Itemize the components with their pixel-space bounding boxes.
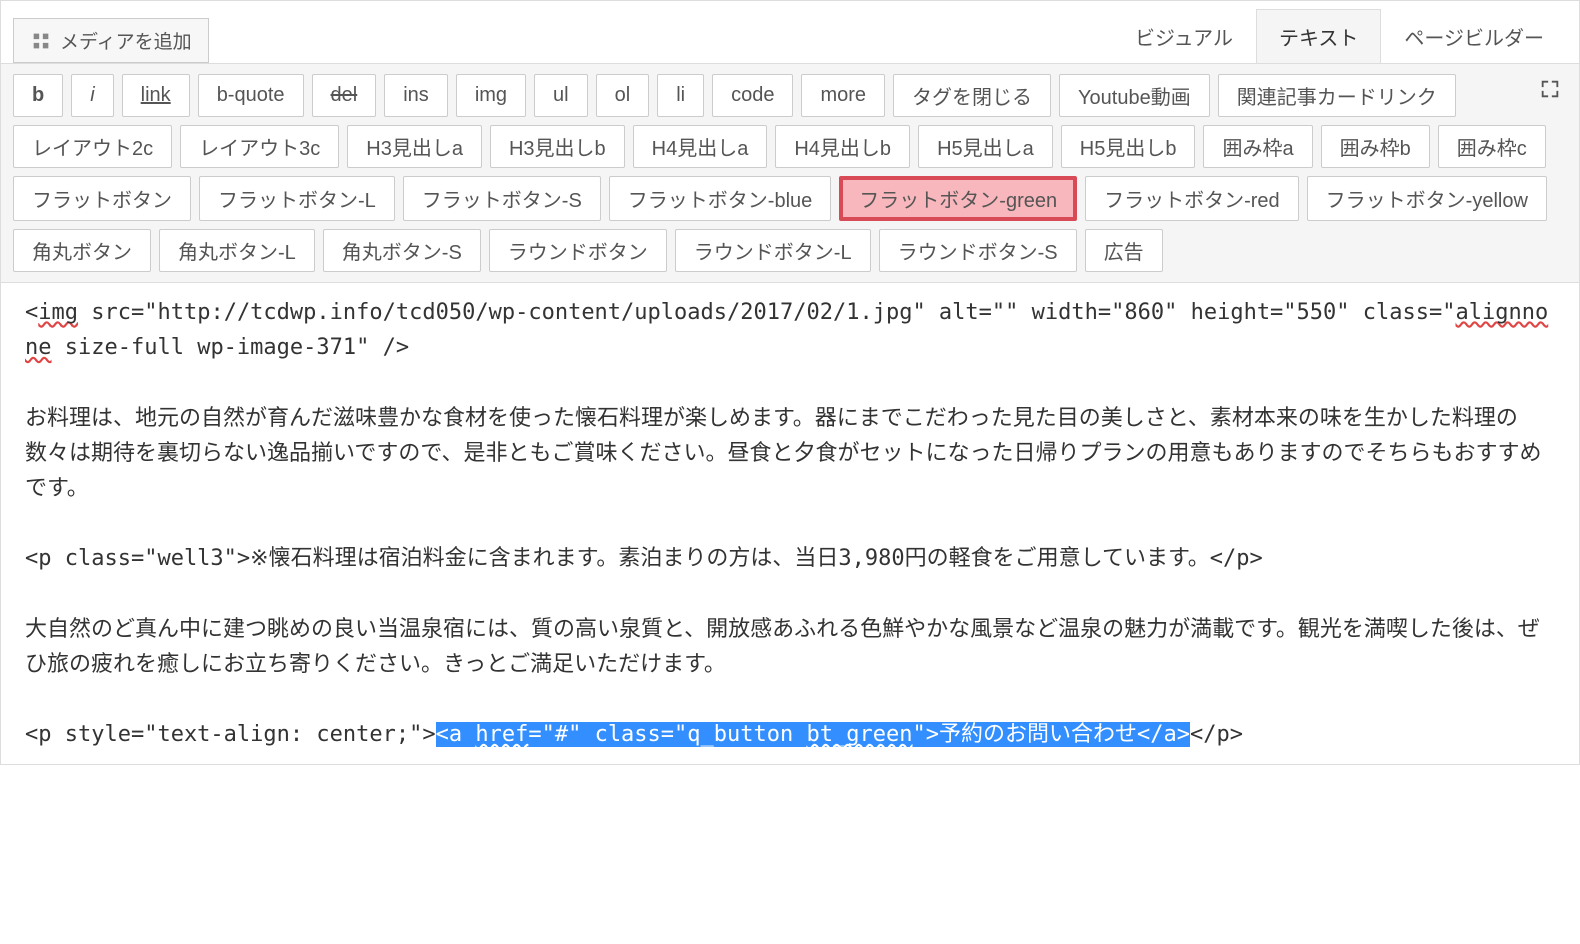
qt-round-s[interactable]: 角丸ボタン-S (323, 229, 481, 272)
qt-oval[interactable]: ラウンドボタン (489, 229, 667, 272)
qt-close-tags[interactable]: タグを閉じる (893, 74, 1051, 117)
qt-i[interactable]: i (71, 74, 113, 117)
qt-flat-blue[interactable]: フラットボタン-blue (609, 176, 831, 221)
qt-flat-yellow[interactable]: フラットボタン-yellow (1307, 176, 1547, 221)
qt-del[interactable]: del (312, 74, 377, 117)
selection: <a href="#" class="q_button bt_green">予約… (436, 722, 1190, 747)
qt-link[interactable]: link (122, 74, 190, 117)
add-media-button[interactable]: メディアを追加 (13, 18, 209, 63)
editor-tabs: ビジュアル テキスト ページビルダー (1112, 9, 1567, 63)
text: ">予約のお問い合わせ</a> (912, 722, 1189, 747)
text: <a (436, 722, 476, 747)
qt-flat-l[interactable]: フラットボタン-L (199, 176, 395, 221)
media-icon (30, 30, 52, 52)
qt-box-b[interactable]: 囲み枠b (1321, 125, 1430, 168)
qt-ad[interactable]: 広告 (1085, 229, 1163, 272)
qt-flat[interactable]: フラットボタン (13, 176, 191, 221)
add-media-label: メディアを追加 (60, 27, 192, 54)
text: bt_green (807, 722, 913, 747)
qt-img[interactable]: img (456, 74, 526, 117)
qt-related-card[interactable]: 関連記事カードリンク (1218, 74, 1456, 117)
qt-b[interactable]: b (13, 74, 63, 117)
text: ="#" class="q_button (528, 722, 806, 747)
qt-flat-red[interactable]: フラットボタン-red (1085, 176, 1299, 221)
editor-textarea[interactable]: <img src="http://tcdwp.info/tcd050/wp-co… (1, 283, 1579, 764)
qt-code[interactable]: code (712, 74, 793, 117)
text: href (475, 722, 528, 747)
qt-youtube[interactable]: Youtube動画 (1059, 74, 1210, 117)
qt-h3b[interactable]: H3見出しb (490, 125, 625, 168)
text: img (38, 300, 78, 325)
text: <p class="well3">※懐石料理は宿泊料金に含まれます。素泊まりの方… (25, 546, 1263, 571)
qt-li[interactable]: li (657, 74, 704, 117)
qt-more[interactable]: more (801, 74, 885, 117)
qt-box-c[interactable]: 囲み枠c (1438, 125, 1546, 168)
text: src="http://tcdwp.info/tcd050/wp-content… (78, 300, 1456, 325)
qt-h4a[interactable]: H4見出しa (633, 125, 768, 168)
text: size-full wp-image-371" /> (52, 335, 410, 360)
tab-visual[interactable]: ビジュアル (1112, 9, 1256, 63)
qt-bquote[interactable]: b-quote (198, 74, 304, 117)
qt-h5b[interactable]: H5見出しb (1061, 125, 1196, 168)
qt-ul[interactable]: ul (534, 74, 588, 117)
editor-container: メディアを追加 ビジュアル テキスト ページビルダー b i link b-qu… (0, 0, 1580, 765)
qt-layout3c[interactable]: レイアウト3c (180, 125, 339, 168)
qt-layout2c[interactable]: レイアウト2c (13, 125, 172, 168)
editor-top-bar: メディアを追加 ビジュアル テキスト ページビルダー (1, 1, 1579, 63)
qt-oval-l[interactable]: ラウンドボタン-L (675, 229, 871, 272)
qt-box-a[interactable]: 囲み枠a (1203, 125, 1312, 168)
text: お料理は、地元の自然が育んだ滋味豊かな食材を使った懐石料理が楽しめます。器にまで… (25, 406, 1541, 501)
qt-round-l[interactable]: 角丸ボタン-L (159, 229, 315, 272)
text: <p style="text-align: center;"> (25, 722, 436, 747)
qt-flat-green[interactable]: フラットボタン-green (839, 176, 1077, 221)
fullscreen-icon[interactable] (1539, 78, 1561, 100)
qt-h3a[interactable]: H3見出しa (347, 125, 482, 168)
qt-h4b[interactable]: H4見出しb (775, 125, 910, 168)
qt-ins[interactable]: ins (384, 74, 448, 117)
tab-text[interactable]: テキスト (1256, 9, 1381, 63)
qt-flat-s[interactable]: フラットボタン-S (403, 176, 601, 221)
quicktags-toolbar: b i link b-quote del ins img ul ol li co… (1, 63, 1579, 283)
text: </p> (1190, 722, 1243, 747)
tab-page-builder[interactable]: ページビルダー (1381, 9, 1567, 63)
qt-round[interactable]: 角丸ボタン (13, 229, 151, 272)
text: < (25, 300, 38, 325)
qt-oval-s[interactable]: ラウンドボタン-S (879, 229, 1077, 272)
qt-h5a[interactable]: H5見出しa (918, 125, 1053, 168)
qt-ol[interactable]: ol (596, 74, 650, 117)
text: 大自然のど真ん中に建つ眺めの良い当温泉宿には、質の高い泉質と、開放感あふれる色鮮… (25, 617, 1540, 677)
